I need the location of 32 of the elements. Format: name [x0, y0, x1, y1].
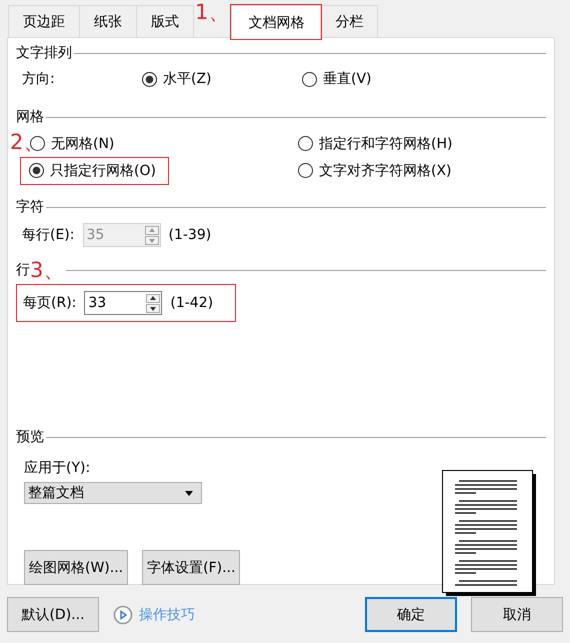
radio-option[interactable]: 只指定行网格(O)	[20, 156, 169, 184]
section-title: 行	[16, 261, 30, 279]
radio-option[interactable]: 垂直(V)	[302, 70, 462, 88]
tab[interactable]: 版式	[136, 5, 194, 37]
radio-option[interactable]: 水平(Z)	[142, 70, 302, 88]
tab[interactable]: 页边距	[8, 5, 80, 37]
range-text: (1-42)	[170, 295, 214, 311]
section-title: 网格	[16, 108, 44, 126]
range-text: (1-39)	[168, 227, 212, 243]
apply-dropdown[interactable]: 整篇文档	[24, 482, 202, 504]
field-label: 每行(E):	[22, 226, 74, 244]
radio-option[interactable]: 文字对齐字符网格(X)	[298, 162, 452, 180]
spinner-arrows-icon[interactable]	[145, 292, 162, 314]
field-label: 方向:	[22, 70, 56, 88]
tab[interactable]: 文档网格	[231, 5, 322, 39]
field-label: 应用于(Y):	[24, 459, 90, 478]
number-field[interactable]: 33	[84, 291, 162, 315]
caret-icon	[185, 490, 193, 496]
section-title: 预览	[16, 428, 44, 446]
annotation-number: 1、	[194, 1, 230, 23]
section-title: 文字排列	[16, 44, 72, 62]
radio-option[interactable]: 指定行和字符网格(H)	[298, 134, 452, 152]
panel-button[interactable]: 字体设置(F)...	[142, 550, 240, 585]
annotation-number: 3、	[30, 259, 64, 281]
ok-button[interactable]: 确定	[365, 597, 457, 632]
field-label: 每页(R):	[23, 294, 76, 312]
play-icon	[113, 604, 133, 624]
panel-button[interactable]: 绘图网格(W)...	[24, 550, 128, 585]
default-button[interactable]: 默认(D)...	[7, 597, 99, 632]
tab[interactable]: 分栏	[320, 5, 378, 37]
cancel-button[interactable]: 取消	[471, 597, 563, 632]
section-title: 字符	[16, 198, 44, 216]
